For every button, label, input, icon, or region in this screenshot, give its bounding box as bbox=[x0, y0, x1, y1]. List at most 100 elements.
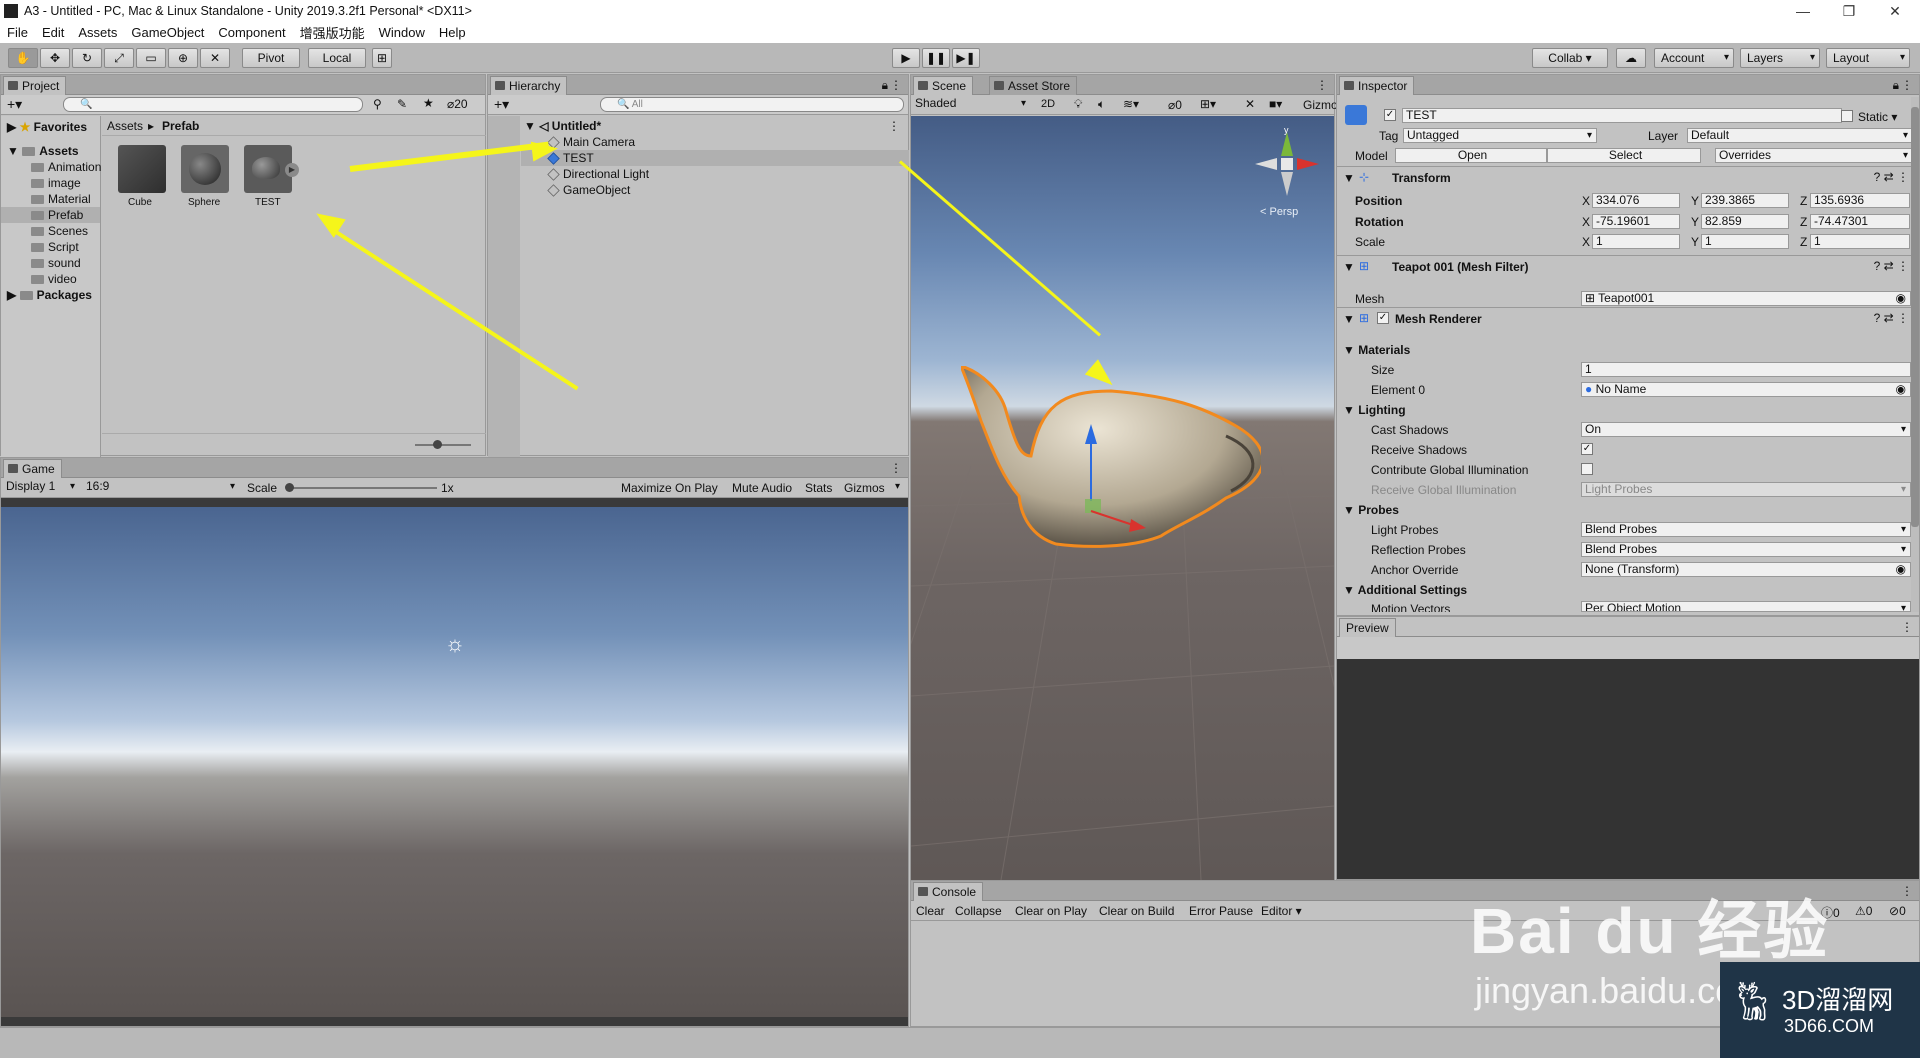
tree-favorites[interactable]: ▶ ★ Favorites bbox=[7, 120, 87, 134]
tab-asset-store[interactable]: Asset Store bbox=[989, 76, 1078, 95]
scene-viewport[interactable]: y < Persp bbox=[911, 116, 1334, 880]
pivot-button[interactable]: Pivot bbox=[242, 48, 300, 68]
scene-root[interactable]: ▼ ◁ Untitled* bbox=[524, 119, 601, 133]
clear-button[interactable]: Clear bbox=[916, 904, 945, 918]
shading-dropdown[interactable]: Shaded bbox=[912, 97, 1030, 112]
project-search-input[interactable]: 🔍 bbox=[63, 97, 363, 112]
light-probes-dropdown[interactable]: Blend Probes bbox=[1581, 522, 1911, 537]
pause-button[interactable]: ❚❚ bbox=[922, 48, 950, 68]
effects-toggle-icon[interactable]: ≋▾ bbox=[1123, 97, 1139, 111]
collapse-button[interactable]: Collapse bbox=[955, 904, 1002, 918]
zoom-slider[interactable] bbox=[415, 444, 471, 446]
gizmos-button[interactable]: Gizmos bbox=[844, 481, 885, 495]
materials-foldout[interactable]: ▼ Materials bbox=[1343, 343, 1410, 357]
scale-slider-thumb[interactable] bbox=[285, 483, 294, 492]
teapot-model[interactable] bbox=[961, 366, 1261, 596]
grid-snap-icon[interactable]: ⊞ bbox=[372, 48, 392, 68]
object-picker-icon[interactable]: ◉ bbox=[1896, 292, 1906, 305]
renderer-enabled-checkbox[interactable]: ✓ bbox=[1377, 312, 1389, 324]
camera-icon[interactable]: ■▾ bbox=[1269, 97, 1282, 111]
error-count[interactable]: ⊘0 bbox=[1889, 904, 1906, 918]
tab-hierarchy[interactable]: Hierarchy bbox=[490, 76, 568, 95]
panel-menu-icon[interactable]: ⋮ bbox=[1901, 620, 1913, 634]
overrides-dropdown[interactable]: Overrides bbox=[1715, 148, 1913, 163]
close-button[interactable]: ✕ bbox=[1872, 0, 1918, 22]
hand-tool-icon[interactable]: ✋ bbox=[8, 48, 38, 68]
tab-project[interactable]: Project bbox=[3, 76, 67, 95]
position-y-field[interactable]: 239.3865 bbox=[1701, 193, 1789, 208]
transform-tool-icon[interactable]: ⊕ bbox=[168, 48, 198, 68]
play-button[interactable]: ▶ bbox=[892, 48, 920, 68]
lighting-toggle-icon[interactable]: 💡︎ bbox=[1074, 97, 1082, 112]
tag-dropdown[interactable]: Untagged bbox=[1403, 128, 1597, 143]
component-menu-icon[interactable]: ? ⇄ ⋮ bbox=[1874, 311, 1909, 325]
component-menu-icon[interactable]: ? ⇄ ⋮ bbox=[1874, 170, 1909, 184]
tree-folder[interactable]: Script bbox=[31, 240, 79, 254]
scale-x-field[interactable]: 1 bbox=[1592, 234, 1680, 249]
tab-preview[interactable]: Preview bbox=[1339, 618, 1396, 637]
2d-toggle[interactable]: 2D bbox=[1041, 98, 1055, 110]
orientation-gizmo[interactable]: y bbox=[1251, 124, 1323, 204]
receive-shadows-checkbox[interactable]: ✓ bbox=[1581, 443, 1593, 455]
menu-file[interactable]: File bbox=[0, 25, 35, 40]
gizmos-dropdown-icon[interactable]: ▾ bbox=[895, 481, 900, 492]
clear-on-build-button[interactable]: Clear on Build bbox=[1099, 904, 1174, 918]
tab-console[interactable]: Console bbox=[913, 882, 984, 901]
static-label[interactable]: Static ▾ bbox=[1858, 110, 1897, 124]
rect-tool-icon[interactable]: ▭ bbox=[136, 48, 166, 68]
component-menu-icon[interactable]: ? ⇄ ⋮ bbox=[1874, 259, 1909, 273]
layer-dropdown[interactable]: Default bbox=[1687, 128, 1913, 143]
game-viewport[interactable]: ☼ bbox=[1, 507, 908, 1017]
transform-header[interactable]: ▼ ⊹ Transform ? ⇄ ⋮ bbox=[1337, 166, 1919, 188]
tree-folder[interactable]: sound bbox=[31, 256, 81, 270]
step-button[interactable]: ▶❚ bbox=[952, 48, 980, 68]
maximize-on-play-button[interactable]: Maximize On Play bbox=[621, 481, 718, 495]
hierarchy-search-input[interactable]: 🔍 All bbox=[600, 97, 904, 112]
hierarchy-item[interactable]: Directional Light bbox=[547, 167, 649, 181]
tab-inspector[interactable]: Inspector bbox=[1339, 76, 1415, 95]
tree-folder-selected[interactable]: Prefab bbox=[1, 207, 100, 223]
collab-button[interactable]: Collab ▾ bbox=[1532, 48, 1608, 68]
additional-settings-foldout[interactable]: ▼ Additional Settings bbox=[1343, 583, 1467, 597]
persp-label[interactable]: < Persp bbox=[1260, 206, 1298, 218]
hierarchy-item[interactable]: GameObject bbox=[547, 183, 630, 197]
tree-folder[interactable]: Animation bbox=[31, 160, 101, 174]
rotate-tool-icon[interactable]: ↻ bbox=[72, 48, 102, 68]
create-button[interactable]: +▾ bbox=[7, 96, 22, 113]
move-tool-icon[interactable]: ✥ bbox=[40, 48, 70, 68]
filter-type-icon[interactable]: ⚲ bbox=[373, 97, 382, 111]
display-dropdown[interactable]: Display 1 bbox=[3, 480, 79, 495]
panel-menu-icon[interactable]: ⋮ bbox=[1901, 884, 1913, 898]
menu-enhanced[interactable]: 增强版功能 bbox=[293, 23, 372, 42]
audio-toggle-icon[interactable]: 🔈︎ bbox=[1098, 97, 1105, 112]
object-name-field[interactable]: TEST bbox=[1402, 108, 1842, 123]
aspect-dropdown[interactable]: 16:9 bbox=[83, 480, 239, 495]
lock-icon[interactable]: 🔒︎ bbox=[1893, 78, 1899, 93]
tab-scene[interactable]: Scene bbox=[913, 76, 974, 95]
tree-folder[interactable]: Scenes bbox=[31, 224, 88, 238]
breadcrumb-prefab[interactable]: Prefab bbox=[162, 119, 199, 133]
cube-prefab-thumbnail[interactable] bbox=[118, 145, 166, 193]
inspector-scrollbar[interactable] bbox=[1911, 97, 1919, 612]
menu-component[interactable]: Component bbox=[211, 25, 292, 40]
menu-help[interactable]: Help bbox=[432, 25, 473, 40]
anchor-override-field[interactable]: None (Transform) ◉ bbox=[1581, 562, 1911, 577]
layout-dropdown[interactable]: Layout bbox=[1826, 48, 1910, 68]
panel-menu-icon[interactable]: ⋮ bbox=[890, 78, 902, 92]
stats-button[interactable]: Stats bbox=[805, 481, 832, 495]
contribute-gi-checkbox[interactable] bbox=[1581, 463, 1593, 475]
favorite-star-icon[interactable]: ★ bbox=[423, 96, 434, 110]
cloud-icon[interactable]: ☁ bbox=[1616, 48, 1646, 68]
create-button[interactable]: +▾ bbox=[494, 96, 509, 113]
mesh-filter-header[interactable]: ▼ ⊞ Teapot 001 (Mesh Filter) ? ⇄ ⋮ bbox=[1337, 255, 1919, 277]
menu-edit[interactable]: Edit bbox=[35, 25, 71, 40]
menu-assets[interactable]: Assets bbox=[71, 25, 124, 40]
mesh-renderer-header[interactable]: ▼ ⊞ ✓ Mesh Renderer ? ⇄ ⋮ bbox=[1337, 307, 1919, 329]
panel-menu-icon[interactable]: ⋮ bbox=[1316, 78, 1328, 92]
tree-folder[interactable]: image bbox=[31, 176, 81, 190]
panel-menu-icon[interactable]: ⋮ bbox=[1901, 78, 1913, 92]
account-dropdown[interactable]: Account bbox=[1654, 48, 1734, 68]
static-checkbox[interactable] bbox=[1841, 110, 1853, 122]
materials-size-field[interactable]: 1 bbox=[1581, 362, 1911, 377]
tree-folder[interactable]: Material bbox=[31, 192, 91, 206]
